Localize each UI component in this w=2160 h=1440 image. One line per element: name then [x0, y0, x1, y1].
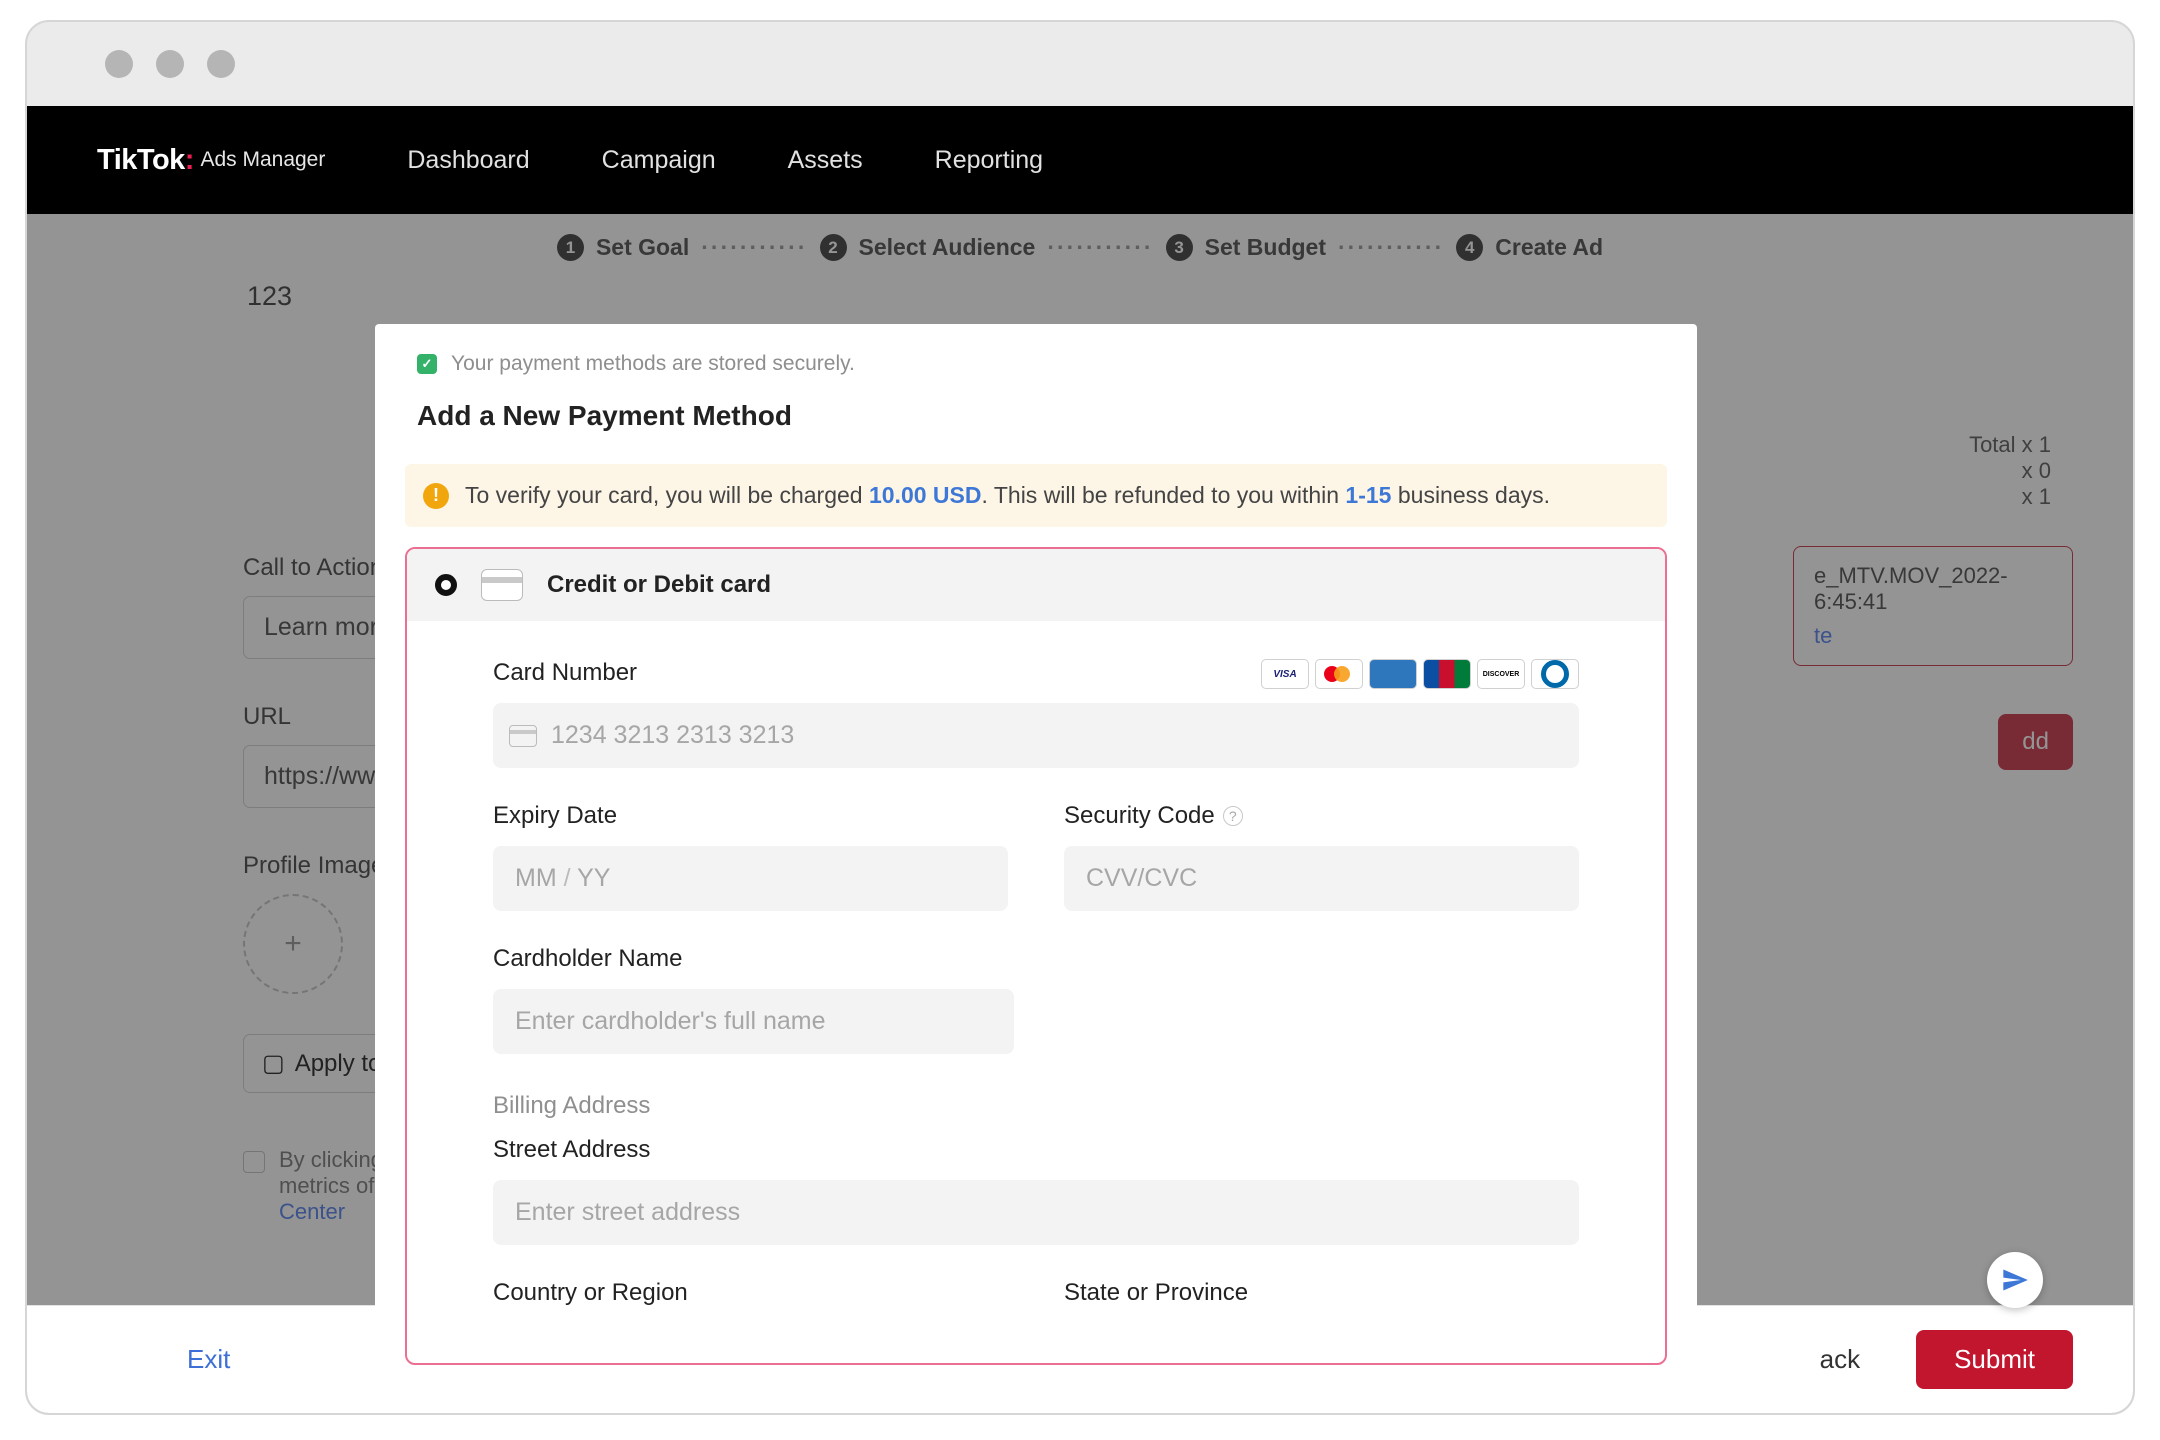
- mastercard-icon: [1315, 659, 1363, 689]
- traffic-dot-icon: [105, 50, 133, 78]
- payment-type-radio[interactable]: [435, 574, 457, 596]
- modal-title: Add a New Payment Method: [417, 400, 1655, 432]
- cardholder-label: Cardholder Name: [493, 945, 1579, 973]
- payment-type-row[interactable]: Credit or Debit card: [407, 549, 1665, 621]
- exit-button[interactable]: Exit: [187, 1344, 230, 1375]
- amex-icon: [1369, 659, 1417, 689]
- cvv-label: Security Code ?: [1064, 802, 1579, 830]
- payment-type-label: Credit or Debit card: [547, 571, 771, 599]
- billing-section-label: Billing Address: [493, 1092, 1579, 1120]
- street-label: Street Address: [493, 1136, 1579, 1164]
- expiry-input[interactable]: MM / YY: [493, 846, 1008, 911]
- nav-dashboard[interactable]: Dashboard: [407, 146, 529, 175]
- window-traffic-lights: [27, 22, 2133, 106]
- brand-subtitle: Ads Manager: [200, 148, 325, 172]
- payment-method-frame: Credit or Debit card VISA DISCOVER Card …: [405, 547, 1667, 1365]
- diners-icon: [1531, 659, 1579, 689]
- country-label: Country or Region: [493, 1279, 1008, 1307]
- traffic-dot-icon: [156, 50, 184, 78]
- nav-campaign[interactable]: Campaign: [602, 146, 716, 175]
- card-icon: [481, 569, 523, 601]
- nav-assets[interactable]: Assets: [788, 146, 863, 175]
- accepted-cards: VISA DISCOVER: [1261, 659, 1579, 689]
- help-icon[interactable]: ?: [1223, 806, 1243, 826]
- street-input[interactable]: [493, 1180, 1579, 1245]
- help-fab[interactable]: [1987, 1252, 2043, 1308]
- shield-icon: ✓: [417, 354, 437, 374]
- browser-frame: TikTok : Ads Manager Dashboard Campaign …: [25, 20, 2135, 1415]
- cardholder-input[interactable]: [493, 989, 1014, 1054]
- back-button[interactable]: ack: [1790, 1330, 1890, 1389]
- paper-plane-icon: [2001, 1266, 2029, 1294]
- cvv-input[interactable]: [1064, 846, 1579, 911]
- visa-icon: VISA: [1261, 659, 1309, 689]
- top-nav: TikTok : Ads Manager Dashboard Campaign …: [27, 106, 2133, 214]
- discover-icon: DISCOVER: [1477, 659, 1525, 689]
- expiry-label: Expiry Date: [493, 802, 1008, 830]
- traffic-dot-icon: [207, 50, 235, 78]
- brand-colon: :: [185, 144, 195, 177]
- nav-reporting[interactable]: Reporting: [935, 146, 1043, 175]
- card-number-input[interactable]: [493, 703, 1579, 768]
- card-icon: [509, 725, 537, 747]
- brand-logo: TikTok: [97, 144, 185, 177]
- jcb-icon: [1423, 659, 1471, 689]
- payment-modal: ✓ Your payment methods are stored secure…: [375, 324, 1697, 1365]
- state-label: State or Province: [1064, 1279, 1579, 1307]
- warning-icon: !: [423, 483, 449, 509]
- submit-button[interactable]: Submit: [1916, 1330, 2073, 1389]
- secure-text: Your payment methods are stored securely…: [451, 352, 855, 376]
- verify-notice: ! To verify your card, you will be charg…: [405, 464, 1667, 527]
